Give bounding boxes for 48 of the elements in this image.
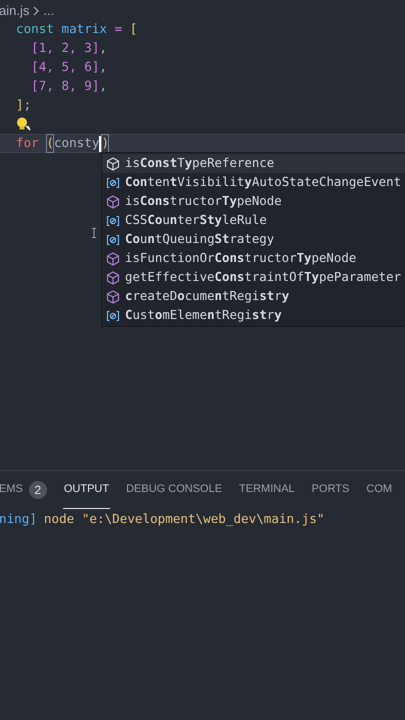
- variable-icon: [106, 176, 120, 190]
- suggestion-item[interactable]: CSSCounterStyleRule: [102, 211, 405, 230]
- suggestion-item[interactable]: CustomElementRegistry: [102, 306, 405, 325]
- panel-tab[interactable]: COM: [365, 471, 394, 509]
- suggestion-item[interactable]: createDocumentRegistry: [102, 287, 405, 306]
- suggestion-item[interactable]: getEffectiveConstraintOfTypeParameter: [102, 268, 405, 287]
- output-tag: ning]: [0, 510, 37, 528]
- code-token: const: [16, 20, 54, 38]
- variable-icon: [106, 308, 120, 322]
- variable-icon: [106, 232, 120, 246]
- code-token: consty: [54, 134, 100, 152]
- code-token: [7, 8, 9]: [30, 77, 100, 96]
- text-cursor-icon: [92, 228, 96, 238]
- text-caret: [99, 136, 102, 152]
- panel-tab[interactable]: OUTPUT: [62, 471, 110, 509]
- count-badge: 2: [28, 480, 47, 498]
- code-token: ,: [99, 58, 107, 76]
- code-token: matrix: [60, 20, 107, 38]
- code-token: ,: [99, 77, 107, 96]
- cube-icon: [106, 194, 120, 208]
- panel-tab[interactable]: EMS 2: [0, 471, 48, 509]
- code-token: [: [128, 20, 138, 38]
- code-token: (: [46, 134, 54, 153]
- suggestion-item[interactable]: isFunctionOrConstructorTypeNode: [102, 249, 405, 268]
- output-command: node "e:\Development\web_dev\main.js": [44, 510, 324, 528]
- chevron-right-icon: [33, 6, 40, 16]
- suggestion-item[interactable]: CountQueuingStrategy: [102, 230, 405, 249]
- suggestion-item[interactable]: isConstTypeReference: [102, 154, 405, 173]
- code-token: [4, 5, 6]: [30, 58, 100, 76]
- suggestion-item[interactable]: isConstructorTypeNode: [102, 192, 405, 211]
- panel-tab[interactable]: PORTS: [310, 471, 350, 509]
- cube-icon: [106, 156, 120, 170]
- variable-icon: [106, 214, 120, 228]
- lightbulb-icon[interactable]: [16, 117, 32, 132]
- cube-icon: [106, 270, 120, 284]
- code-token: for: [16, 134, 40, 152]
- breadcrumb-more[interactable]: ...: [43, 1, 54, 21]
- panel-tab[interactable]: DEBUG CONSOLE: [125, 471, 224, 509]
- cube-icon: [106, 252, 120, 266]
- cube-icon: [106, 290, 120, 304]
- code-token: ]: [16, 96, 24, 114]
- suggestion-item[interactable]: ContentVisibilityAutoStateChangeEvent: [102, 173, 405, 192]
- code-token: ,: [99, 39, 107, 58]
- code-token: [1, 2, 3]: [30, 39, 100, 58]
- code-token: ): [101, 134, 110, 153]
- code-token: =: [114, 20, 122, 38]
- panel-tab[interactable]: TERMINAL: [238, 471, 296, 509]
- code-token: ;: [24, 96, 32, 114]
